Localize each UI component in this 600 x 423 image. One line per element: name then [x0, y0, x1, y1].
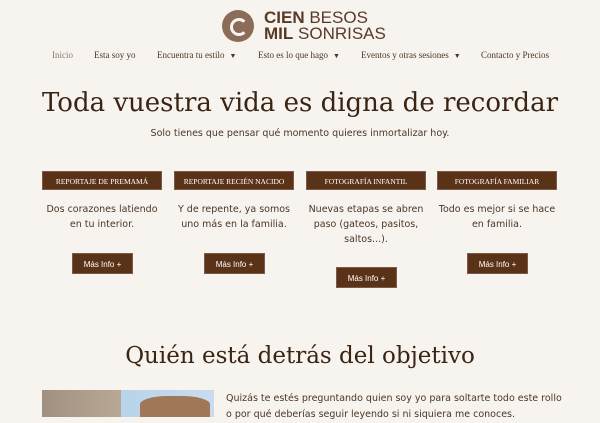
service-card: FOTOGRAFÍA FAMILIAR Todo es mejor si se …	[437, 171, 557, 274]
hero-title: Toda vuestra vida es digna de recordar	[41, 88, 559, 118]
nav-esto-es-lo-que-hago[interactable]: Esto es lo que hago ▼	[258, 50, 340, 60]
about-title: Quién está detrás del objetivo	[125, 343, 475, 369]
logo-text: CIEN BESOS MIL SONRISAS	[264, 9, 386, 43]
card-title: REPORTAJE DE PREMAMÁ	[42, 171, 162, 190]
card-title: FOTOGRAFÍA FAMILIAR	[437, 171, 557, 190]
more-info-button[interactable]: Más Info +	[204, 253, 265, 274]
nav-label: Esto es lo que hago	[258, 50, 328, 60]
service-card: REPORTAJE RECIÉN NACIDO Y de repente, ya…	[174, 171, 294, 274]
caret-down-icon: ▼	[333, 52, 340, 60]
photo-hill	[140, 396, 210, 417]
card-text: Todo es mejor si se hace en familia.	[438, 204, 556, 230]
about-text: Quizás te estés preguntando quien soy yo…	[226, 393, 562, 420]
nav-contacto[interactable]: Contacto y Precios	[481, 50, 549, 60]
logo-word: SONRISAS	[293, 24, 386, 43]
service-card: REPORTAJE DE PREMAMÁ Dos corazones latie…	[42, 171, 162, 274]
logo[interactable]: CIEN BESOS MIL SONRISAS	[222, 9, 386, 43]
logo-icon	[222, 10, 254, 42]
card-title: FOTOGRAFÍA INFANTIL	[306, 171, 426, 190]
caret-down-icon: ▼	[453, 52, 461, 60]
nav-encuentra-tu-estilo[interactable]: Encuentra tu estilo ▼	[157, 50, 236, 60]
card-text: Nuevas etapas se abren paso (gateos, pas…	[308, 204, 424, 245]
nav-inicio[interactable]: Inicio	[52, 50, 73, 60]
more-info-button[interactable]: Más Info +	[467, 253, 528, 274]
caret-down-icon: ▼	[229, 52, 237, 60]
hero-subtitle: Solo tienes que pensar qué momento quier…	[150, 128, 450, 139]
nav-esta-soy-yo[interactable]: Esta soy yo	[94, 50, 136, 60]
card-text: Y de repente, ya somos uno más en la fam…	[177, 204, 290, 230]
card-title: REPORTAJE RECIÉN NACIDO	[174, 171, 294, 190]
nav-eventos[interactable]: Eventos y otras sesiones ▼	[361, 50, 461, 60]
nav-label: Encuentra tu estilo	[157, 50, 225, 60]
logo-word: MIL	[264, 24, 294, 43]
card-text: Dos corazones latiendo en tu interior.	[46, 204, 158, 230]
nav-label: Eventos y otras sesiones	[361, 50, 449, 60]
more-info-button[interactable]: Más Info +	[336, 267, 397, 288]
more-info-button[interactable]: Más Info +	[72, 253, 133, 274]
service-card: FOTOGRAFÍA INFANTIL Nuevas etapas se abr…	[306, 171, 426, 288]
